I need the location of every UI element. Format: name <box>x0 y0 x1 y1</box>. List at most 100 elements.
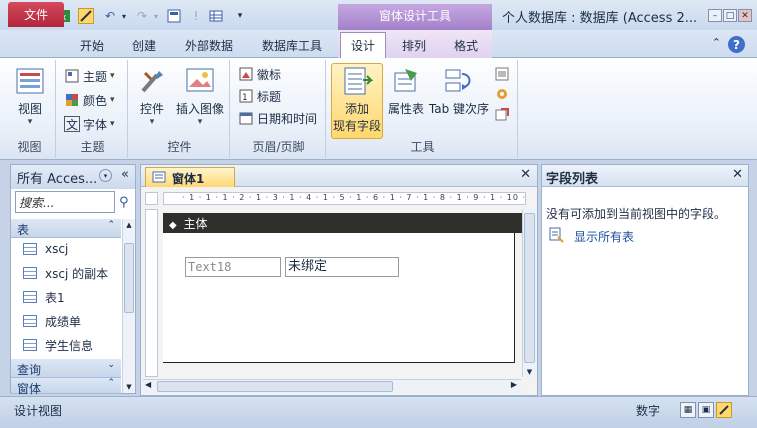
doc-vscroll-thumb[interactable] <box>524 213 535 363</box>
svg-text:1: 1 <box>242 93 248 103</box>
insert-image-button[interactable]: 插入图像 ▾ <box>174 64 226 127</box>
scroll-down-icon[interactable]: ▼ <box>524 368 535 376</box>
close-field-list-icon[interactable]: ✕ <box>732 167 743 182</box>
tab-home[interactable]: 开始 <box>72 32 112 58</box>
textbox-label-control[interactable]: Text18 <box>185 257 281 277</box>
nav-scroll-thumb[interactable] <box>124 243 134 313</box>
nav-scrollbar[interactable]: ▲ ▼ <box>122 219 135 393</box>
tab-external-data[interactable]: 外部数据 <box>178 32 240 58</box>
convert-macros-icon[interactable] <box>494 104 513 124</box>
fonts-dropdown-icon: ▾ <box>110 119 115 129</box>
tab-database-tools[interactable]: 数据库工具 <box>254 32 330 58</box>
redo-dropdown-icon[interactable]: ▾ <box>148 8 164 24</box>
nav-item-label: xscj 的副本 <box>45 266 109 281</box>
design-view-status-icon[interactable] <box>716 402 732 418</box>
nav-pane-header[interactable]: 所有 Acces... ▾ « <box>11 165 135 189</box>
doc-hscroll-thumb[interactable] <box>157 381 393 392</box>
maximize-icon[interactable]: □ <box>723 9 737 22</box>
tab-order-button[interactable]: Tab 键次序 <box>428 64 490 117</box>
undo-dropdown-icon[interactable]: ▾ <box>116 8 132 24</box>
fonts-icon: 文 <box>64 116 80 132</box>
tab-create[interactable]: 创建 <box>124 32 164 58</box>
show-all-tables-link[interactable]: 显示所有表 <box>548 227 634 246</box>
nav-category-tables[interactable]: 表 ⌃ <box>11 219 121 238</box>
status-bar: 设计视图 数字 ▦ ▣ <box>0 396 757 428</box>
document-tab-label: 窗体1 <box>172 172 205 186</box>
nav-menu-dropdown-icon[interactable]: ▾ <box>99 169 112 182</box>
collapse-up-icon: ⌃ <box>107 378 115 388</box>
nav-item-table[interactable]: xscj 的副本 <box>11 261 121 285</box>
document-tab-form1[interactable]: 窗体1 <box>145 167 235 187</box>
document-tab-bar: 窗体1 ✕ <box>141 165 537 187</box>
add-fields-label-1: 添加 <box>344 102 369 116</box>
form-view-icon[interactable]: ▦ <box>680 402 696 418</box>
section-header-detail[interactable]: ◆ 主体 <box>163 213 527 233</box>
ribbon: 视图 ▾ 视图 主题 ▾ 颜色 ▾ 文 字体 ▾ 主题 控件 ▾ 插入图像 ▾ … <box>0 58 757 160</box>
property-sheet-button[interactable]: 属性表 <box>386 64 426 117</box>
section-arrow-icon: ◆ <box>169 220 177 231</box>
add-existing-fields-button[interactable]: 添加 现有字段 <box>331 63 383 139</box>
info-icon[interactable]: ! <box>188 8 204 24</box>
fonts-label: 字体 <box>83 117 108 132</box>
tab-arrange[interactable]: 排列 <box>394 32 434 58</box>
view-button[interactable]: 视图 ▾ <box>12 64 48 127</box>
search-icon[interactable]: ⚲ <box>119 195 129 210</box>
date-time-button[interactable]: 日期和时间 <box>238 108 317 128</box>
nav-category-queries-label: 查询 <box>17 363 42 377</box>
tab-design[interactable]: 设计 <box>340 32 386 58</box>
close-document-icon[interactable]: ✕ <box>520 167 531 182</box>
nav-collapse-icon[interactable]: « <box>121 167 129 182</box>
document-vertical-scrollbar[interactable]: ▼ <box>522 209 536 377</box>
close-icon[interactable]: ✕ <box>738 9 752 22</box>
controls-dropdown-icon: ▾ <box>149 117 155 127</box>
ribbon-minimize-icon[interactable]: ⌃ <box>712 36 721 49</box>
title-label: 标题 <box>257 89 282 104</box>
group-label-views: 视图 <box>17 140 42 154</box>
form-icon <box>152 171 166 186</box>
scroll-right-icon[interactable]: ▶ <box>511 380 517 389</box>
customize-qat-icon[interactable]: ▾ <box>232 8 248 24</box>
view-code-icon[interactable] <box>494 84 513 104</box>
group-views: 视图 ▾ 视图 <box>4 60 56 158</box>
logo-icon <box>238 66 254 82</box>
scroll-down-icon[interactable]: ▼ <box>124 383 134 391</box>
group-label-controls: 控件 <box>167 140 192 154</box>
subform-icon[interactable] <box>494 64 513 84</box>
scroll-left-icon[interactable]: ◀ <box>145 380 151 389</box>
colors-icon <box>64 92 80 108</box>
nav-category-forms[interactable]: 窗体 ⌃ <box>11 378 121 396</box>
table-icon[interactable] <box>208 8 224 24</box>
controls-button[interactable]: 控件 ▾ <box>134 64 170 127</box>
title-button[interactable]: 1 标题 <box>238 86 281 106</box>
show-all-tables-label: 显示所有表 <box>574 230 635 244</box>
scroll-up-icon[interactable]: ▲ <box>124 221 134 229</box>
form-icon[interactable] <box>166 8 182 24</box>
colors-button[interactable]: 颜色 ▾ <box>64 90 115 110</box>
table-icon <box>23 243 37 255</box>
form-selector[interactable] <box>145 192 158 205</box>
table-icon <box>23 291 37 303</box>
nav-item-table[interactable]: xscj <box>11 237 121 261</box>
tab-format[interactable]: 格式 <box>444 32 488 58</box>
document-horizontal-scrollbar[interactable]: ◀ ▶ <box>143 379 521 393</box>
fonts-button[interactable]: 文 字体 ▾ <box>64 114 115 134</box>
layout-view-icon[interactable]: ▣ <box>698 402 714 418</box>
nav-item-table[interactable]: 成绩单 <box>11 309 121 333</box>
nav-category-queries[interactable]: 查询 ⌄ <box>11 359 121 378</box>
title-bar: A x ↶ ▾ ↷ ▾ ! ▾ 窗体设计工具 个人数据库 : 数据库 (Acce… <box>0 0 757 32</box>
design-view-icon[interactable] <box>78 8 94 24</box>
unbound-textbox-control[interactable]: 未绑定 <box>285 257 399 277</box>
themes-button[interactable]: 主题 ▾ <box>64 66 115 86</box>
help-icon[interactable]: ? <box>728 36 745 53</box>
tab-file[interactable]: 文件 <box>8 2 64 27</box>
form-canvas[interactable]: Text18 未绑定 <box>163 233 515 363</box>
insert-image-label: 插入图像 <box>175 102 224 116</box>
nav-item-table[interactable]: 学生信息 <box>11 333 121 357</box>
nav-search-input[interactable]: 搜索... <box>15 191 115 213</box>
nav-item-table[interactable]: 表1 <box>11 285 121 309</box>
group-label-header-footer: 页眉/页脚 <box>252 140 305 154</box>
themes-icon <box>64 68 80 84</box>
logo-button[interactable]: 徽标 <box>238 64 281 84</box>
navigation-pane: 所有 Acces... ▾ « 搜索... ⚲ 表 ⌃ xscj xscj 的副… <box>10 164 136 396</box>
minimize-icon[interactable]: – <box>708 9 722 22</box>
